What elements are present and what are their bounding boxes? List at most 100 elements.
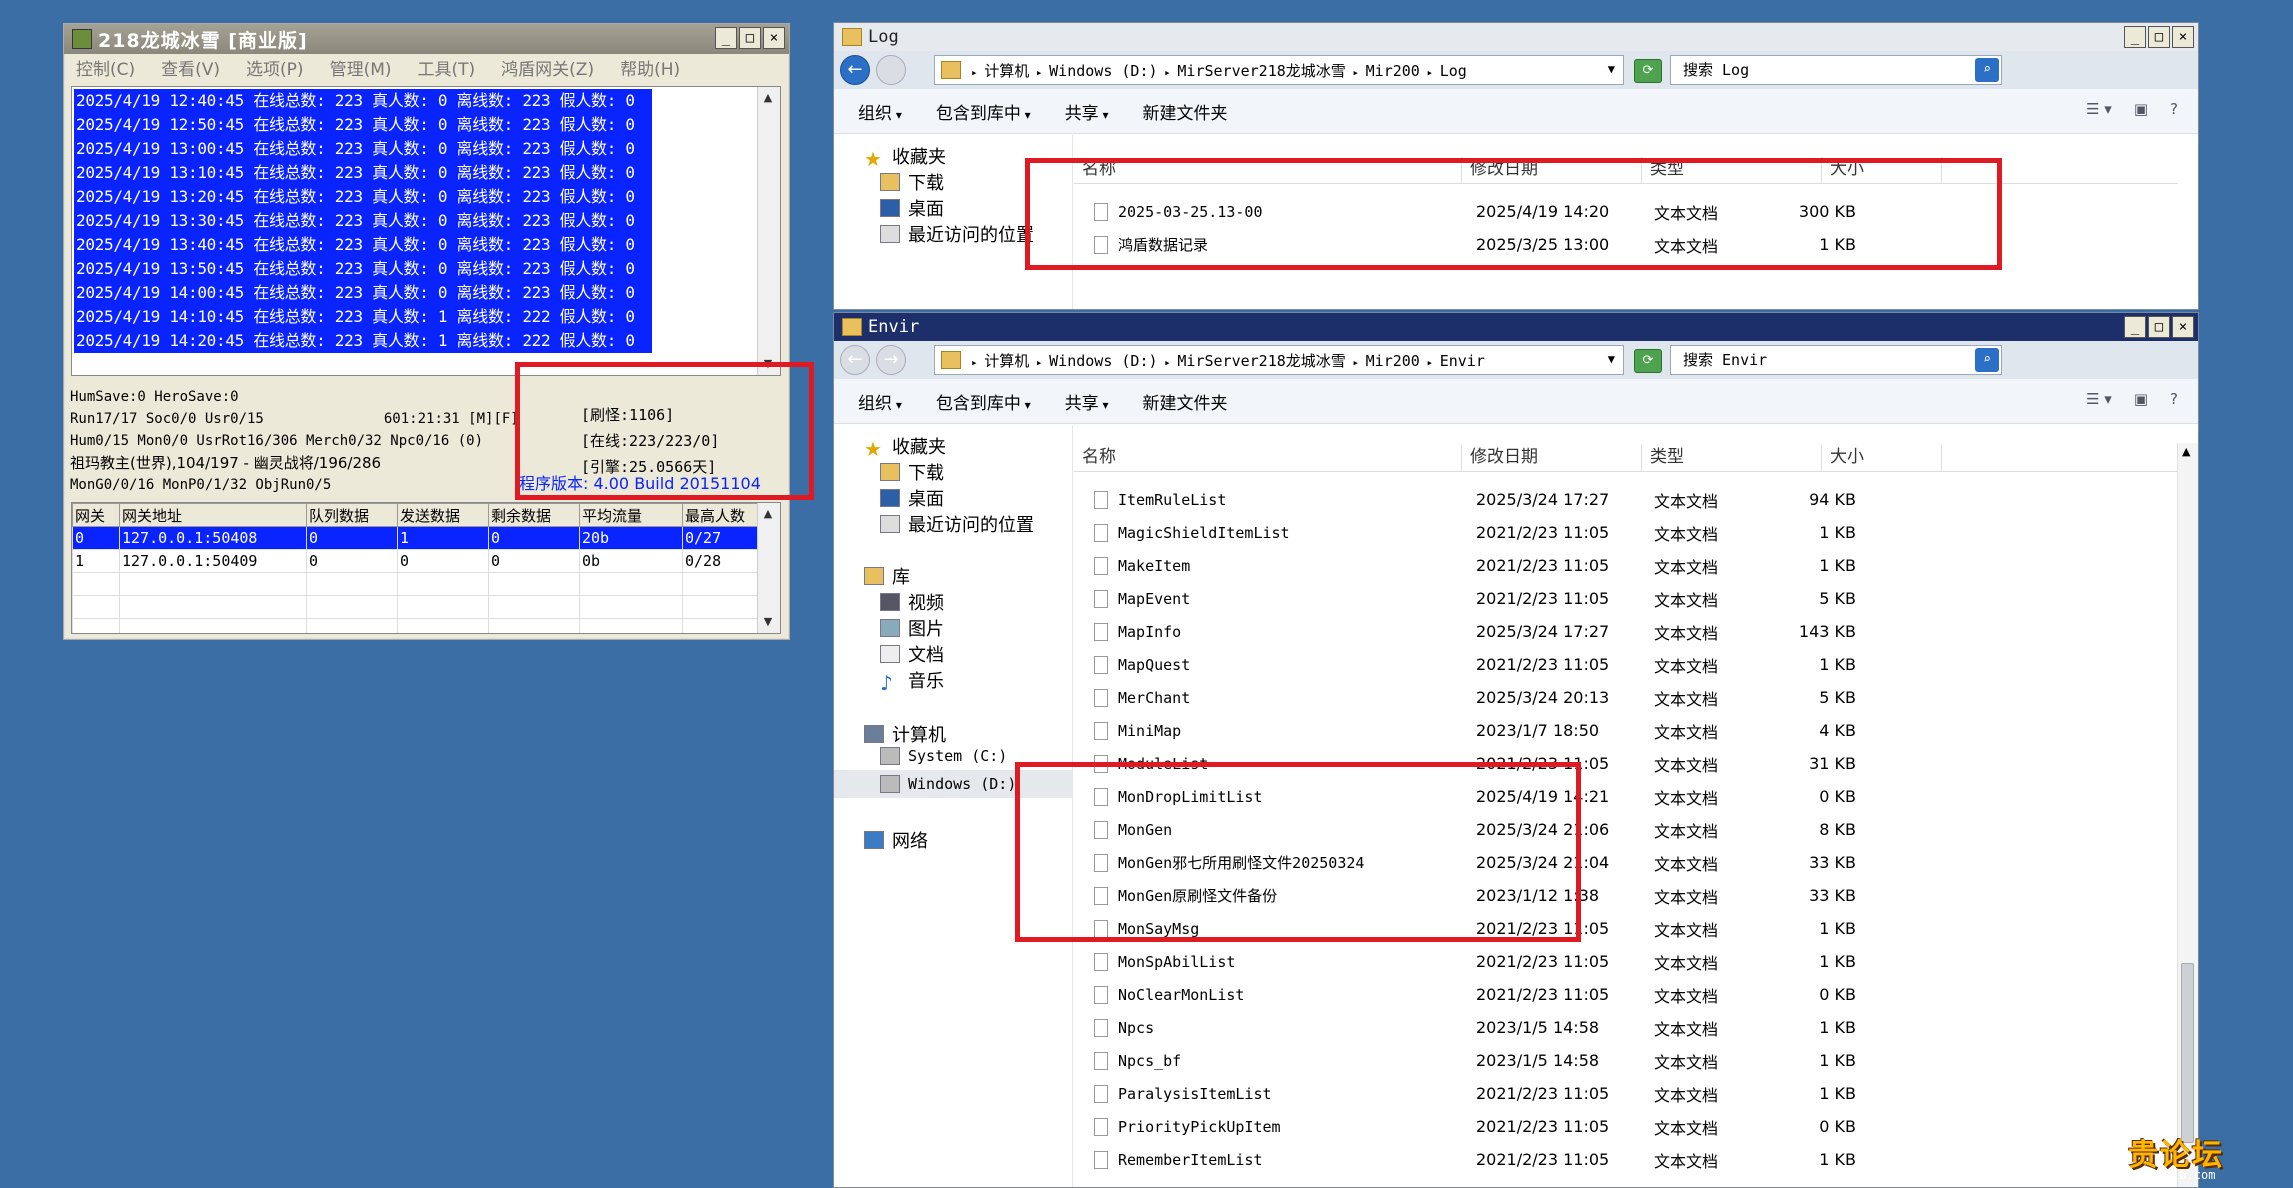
file-row[interactable]: 2025-03-25.13-00 2025/4/19 14:20 文本文档 300 K…	[1094, 195, 1856, 228]
file-row[interactable]: 鸿盾数据记录 2025/3/25 13:00 文本文档 1 KB	[1094, 228, 1856, 261]
file-row[interactable]: PriorityPickUpItem 2021/2/23 11:05 文本文档 0 K…	[1094, 1110, 1856, 1143]
log-line[interactable]: 2025/4/19 12:50:45 在线总数: 223 真人数: 0 离线数:…	[74, 113, 652, 137]
log-line[interactable]: 2025/4/19 12:40:45 在线总数: 223 真人数: 0 离线数:…	[74, 89, 652, 113]
close-button[interactable]: ×	[2172, 316, 2194, 338]
log-scrollbar[interactable]: ▲ ▼	[757, 87, 780, 375]
breadcrumb-item[interactable]: Mir200	[1366, 62, 1420, 80]
share-button[interactable]: 共享	[1065, 99, 1109, 124]
gateway-scrollbar[interactable]: ▲ ▼	[757, 503, 780, 633]
breadcrumb-item[interactable]: MirServer218龙城冰雪	[1177, 62, 1345, 80]
envir-breadcrumb[interactable]: ▸ 计算机 ▸ Windows (D:) ▸ MirServer218龙城冰雪 …	[934, 345, 1624, 375]
file-row[interactable]: MonGen原刷怪文件备份 2023/1/12 1:38 文本文档 33 KB	[1094, 879, 1856, 912]
table-row[interactable]: 1 127.0.0.1:50409 0 0 0 0b 0/28	[72, 549, 780, 573]
refresh-button[interactable]: ⟳	[1634, 349, 1662, 373]
scroll-up-icon[interactable]: ▲	[761, 507, 775, 521]
maximize-button[interactable]: □	[739, 27, 761, 49]
back-button[interactable]: ←	[840, 55, 870, 85]
preview-pane-icon[interactable]: ▣	[2134, 390, 2148, 408]
log-breadcrumb[interactable]: ▸ 计算机 ▸ Windows (D:) ▸ MirServer218龙城冰雪 …	[934, 55, 1624, 85]
log-line[interactable]: 2025/4/19 14:10:45 在线总数: 223 真人数: 1 离线数:…	[74, 305, 652, 329]
file-row[interactable]: MagicShieldItemList 2021/2/23 11:05 文本文档 1 …	[1094, 516, 1856, 549]
menu-help[interactable]: 帮助(H)	[620, 55, 680, 80]
close-button[interactable]: ×	[2172, 26, 2194, 48]
chevron-down-icon[interactable]: ▼	[1608, 62, 1615, 76]
log-line[interactable]: 2025/4/19 13:10:45 在线总数: 223 真人数: 0 离线数:…	[74, 161, 652, 185]
file-row[interactable]: MonSayMsg 2021/2/23 11:05 文本文档 1 KB	[1094, 912, 1856, 945]
menu-tools[interactable]: 工具(T)	[418, 55, 476, 80]
file-row[interactable]: Npcs_bf 2023/1/5 14:58 文本文档 1 KB	[1094, 1044, 1856, 1077]
file-row[interactable]: MonSpAbilList 2021/2/23 11:05 文本文档 1 KB	[1094, 945, 1856, 978]
col-type[interactable]: 类型	[1642, 445, 1822, 471]
col-size[interactable]: 大小	[1822, 445, 1942, 471]
chevron-right-icon[interactable]: ▸	[1158, 66, 1178, 79]
menu-view[interactable]: 查看(V)	[161, 55, 220, 80]
forward-button[interactable]	[876, 55, 906, 85]
chevron-right-icon[interactable]: ▸	[1346, 356, 1366, 369]
menu-options[interactable]: 选项(P)	[246, 55, 304, 80]
col-name[interactable]: 名称	[1074, 157, 1462, 183]
nav-drive-c[interactable]: System (C:)	[880, 747, 1007, 765]
minimize-button[interactable]: _	[2124, 26, 2146, 48]
log-title-bar[interactable]: Log	[834, 23, 2198, 51]
nav-desktop[interactable]: 桌面	[880, 195, 944, 221]
envir-search-input[interactable]: 搜索 Envir ⌕	[1670, 345, 2002, 375]
help-icon[interactable]: ?	[2170, 390, 2178, 408]
include-library-button[interactable]: 包含到库中	[936, 389, 1031, 414]
share-button[interactable]: 共享	[1065, 389, 1109, 414]
nav-recent[interactable]: 最近访问的位置	[880, 221, 1034, 247]
log-line[interactable]: 2025/4/19 13:50:45 在线总数: 223 真人数: 0 离线数:…	[74, 257, 652, 281]
col-size[interactable]: 大小	[1822, 157, 1942, 183]
file-row[interactable]: NoClearMonList 2021/2/23 11:05 文本文档 0 KB	[1094, 978, 1856, 1011]
nav-downloads[interactable]: 下载	[880, 459, 944, 485]
scroll-down-icon[interactable]: ▼	[761, 615, 775, 629]
chevron-right-icon[interactable]: ▸	[971, 356, 984, 369]
organize-button[interactable]: 组织	[858, 389, 902, 414]
minimize-button[interactable]: _	[2124, 316, 2146, 338]
file-row[interactable]: MonDropLimitList 2025/4/19 14:21 文本文档 0 KB	[1094, 780, 1856, 813]
nav-network[interactable]: 网络	[864, 827, 928, 853]
scroll-down-icon[interactable]: ▼	[761, 357, 775, 371]
close-button[interactable]: ×	[763, 27, 785, 49]
log-line[interactable]: 2025/4/19 13:20:45 在线总数: 223 真人数: 0 离线数:…	[74, 185, 652, 209]
gateway-header[interactable]: 发送数据	[397, 503, 489, 527]
minimize-button[interactable]: _	[715, 27, 737, 49]
breadcrumb-item[interactable]: Windows (D:)	[1049, 62, 1157, 80]
gateway-header[interactable]: 平均流量	[579, 503, 683, 527]
search-icon[interactable]: ⌕	[1975, 348, 1999, 372]
forward-button[interactable]: →	[876, 345, 906, 375]
refresh-button[interactable]: ⟳	[1634, 59, 1662, 83]
new-folder-button[interactable]: 新建文件夹	[1143, 99, 1228, 124]
log-line[interactable]: 2025/4/19 14:20:45 在线总数: 223 真人数: 1 离线数:…	[74, 329, 652, 353]
scroll-up-icon[interactable]: ▲	[761, 91, 775, 105]
file-row[interactable]: MakeItem 2021/2/23 11:05 文本文档 1 KB	[1094, 549, 1856, 582]
chevron-right-icon[interactable]: ▸	[1420, 66, 1440, 79]
file-row[interactable]: ModuleList 2021/2/23 11:05 文本文档 31 KB	[1094, 747, 1856, 780]
menu-control[interactable]: 控制(C)	[76, 55, 135, 80]
file-row[interactable]: MonGen邪七所用刷怪文件20250324 2025/3/24 21:04 文本文…	[1094, 846, 1856, 879]
file-row[interactable]: MerChant 2025/3/24 20:13 文本文档 5 KB	[1094, 681, 1856, 714]
log-line[interactable]: 2025/4/19 14:00:45 在线总数: 223 真人数: 0 离线数:…	[74, 281, 652, 305]
nav-recent[interactable]: 最近访问的位置	[880, 511, 1034, 537]
server-log[interactable]: 2025/4/19 12:40:45 在线总数: 223 真人数: 0 离线数:…	[71, 86, 781, 376]
nav-music[interactable]: ♪ 音乐	[880, 667, 944, 695]
file-row[interactable]: Npcs 2023/1/5 14:58 文本文档 1 KB	[1094, 1011, 1856, 1044]
file-row[interactable]: MapQuest 2021/2/23 11:05 文本文档 1 KB	[1094, 648, 1856, 681]
scrollbar-thumb[interactable]	[2181, 963, 2194, 1143]
organize-button[interactable]: 组织	[858, 99, 902, 124]
nav-favorites[interactable]: ★ 收藏夹	[864, 143, 946, 171]
scroll-up-icon[interactable]: ▲	[2182, 445, 2190, 458]
col-type[interactable]: 类型	[1642, 157, 1822, 183]
nav-pictures[interactable]: 图片	[880, 615, 944, 641]
new-folder-button[interactable]: 新建文件夹	[1143, 389, 1228, 414]
col-name[interactable]: 名称	[1074, 445, 1462, 471]
file-row[interactable]: ItemRuleList 2025/3/24 17:27 文本文档 94 KB	[1094, 483, 1856, 516]
nav-downloads[interactable]: 下载	[880, 169, 944, 195]
search-icon[interactable]: ⌕	[1975, 58, 1999, 82]
nav-documents[interactable]: 文档	[880, 641, 944, 667]
envir-title-bar[interactable]: Envir	[834, 313, 2198, 341]
breadcrumb-item[interactable]: Envir	[1440, 352, 1485, 370]
breadcrumb-item[interactable]: Log	[1440, 62, 1467, 80]
server-title-bar[interactable]: 218龙城冰雪 [商业版]	[64, 24, 789, 54]
nav-drive-d[interactable]: Windows (D:)	[834, 770, 1072, 798]
col-date[interactable]: 修改日期	[1462, 157, 1642, 183]
